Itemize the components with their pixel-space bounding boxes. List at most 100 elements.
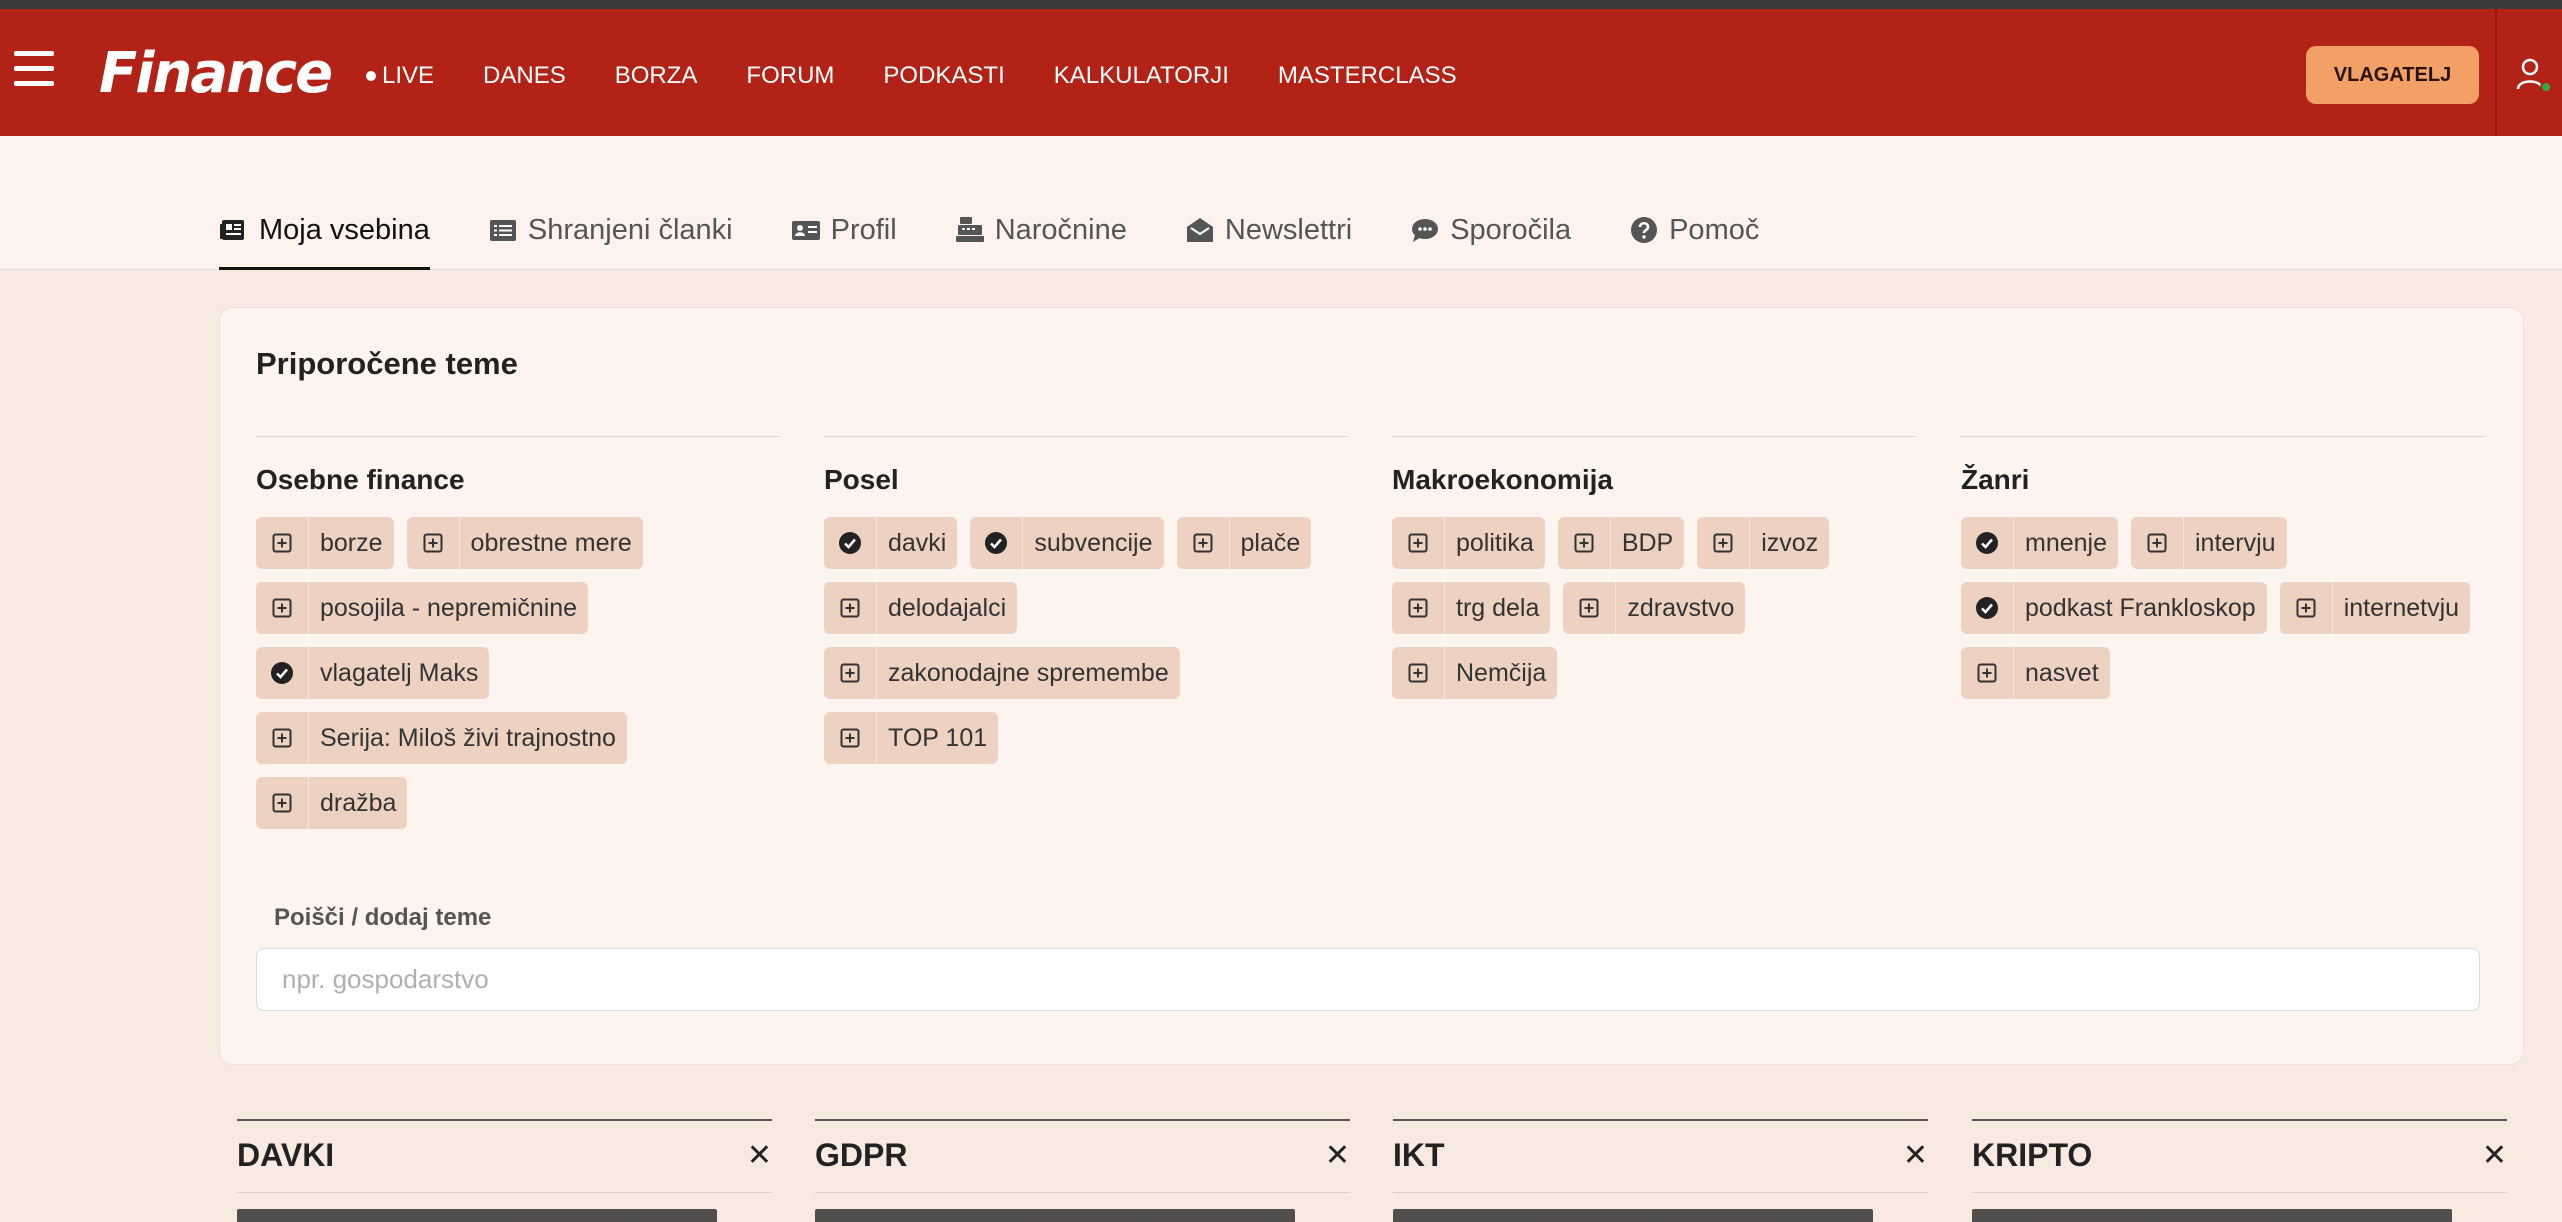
topic-chip[interactable]: obrestne mere xyxy=(406,517,643,569)
topic-chip-selected[interactable]: subvencije xyxy=(970,517,1164,569)
close-icon[interactable]: ✕ xyxy=(2482,1140,2507,1171)
tab-cash-register[interactable]: Naročnine xyxy=(955,214,1127,270)
nav-label: MASTERCLASS xyxy=(1277,62,1457,89)
column-divider xyxy=(256,436,780,437)
chip-label: izvoz xyxy=(1761,528,1819,557)
tab-list[interactable]: Shranjeni članki xyxy=(488,214,733,270)
topic-chip[interactable]: trg dela xyxy=(1392,582,1551,634)
plus-square-icon xyxy=(1697,517,1751,569)
search-topics-label: Poišči / dodaj teme xyxy=(274,904,492,931)
list-icon xyxy=(488,215,518,245)
topic-chip[interactable]: borze xyxy=(256,517,394,569)
header-divider xyxy=(2495,9,2497,136)
finance-logo[interactable]: Finance xyxy=(99,39,333,109)
check-circle-icon xyxy=(1961,582,2014,634)
plus-square-icon xyxy=(1392,647,1445,699)
chip-label: TOP 101 xyxy=(888,723,988,752)
topic-chip[interactable]: posojila - nepremičnine xyxy=(256,582,589,634)
column-divider xyxy=(824,436,1348,437)
nav-kalkulatorji[interactable]: KALKULATORJI xyxy=(1054,64,1229,88)
topic-chip[interactable]: delodajalci xyxy=(824,582,1018,634)
question-circle-icon xyxy=(1629,215,1659,245)
topic-chip[interactable]: politika xyxy=(1392,517,1545,569)
plus-square-icon xyxy=(2131,517,2184,569)
tab-question-circle[interactable]: Pomoč xyxy=(1629,214,1759,270)
article-headline-placeholder[interactable] xyxy=(1393,1209,1873,1222)
tab-label: Profil xyxy=(830,214,897,246)
topic-header: DAVKI ✕ xyxy=(237,1137,772,1174)
tab-envelope-open[interactable]: Newslettri xyxy=(1185,214,1352,270)
tab-id-card[interactable]: Profil xyxy=(791,214,897,270)
topic-chip[interactable]: zakonodajne spremembe xyxy=(824,647,1180,699)
topic-chip[interactable]: intervju xyxy=(2131,517,2287,569)
plus-square-icon xyxy=(1392,582,1445,634)
topic-chip-selected[interactable]: davki xyxy=(824,517,958,569)
topic-chips: davki subvencije plače delodajalci zakonodaj… xyxy=(824,517,1348,764)
topic-name: DAVKI xyxy=(237,1137,335,1173)
nav-podkasti[interactable]: PODKASTI xyxy=(883,64,1004,88)
chip-label: plače xyxy=(1240,528,1301,557)
chip-label: davki xyxy=(888,528,947,557)
newspaper-icon xyxy=(219,215,249,245)
topic-chip[interactable]: Serija: Miloš živi trajnostno xyxy=(256,712,627,764)
topic-chip[interactable]: izvoz xyxy=(1697,517,1830,569)
chip-label: politika xyxy=(1456,528,1534,557)
chip-label: delodajalci xyxy=(888,593,1007,622)
chip-label: trg dela xyxy=(1456,593,1540,622)
chip-label: borze xyxy=(320,528,383,557)
article-headline-placeholder[interactable] xyxy=(815,1209,1295,1222)
topic-chip[interactable]: zdravstvo xyxy=(1563,582,1746,634)
topic-chip-selected[interactable]: mnenje xyxy=(1961,517,2118,569)
account-tabs-bar: Moja vsebina Shranjeni članki Profil Naročn… xyxy=(0,136,2562,270)
tab-label: Moja vsebina xyxy=(259,214,430,246)
topic-chip[interactable]: internetvju xyxy=(2279,582,2471,634)
tab-comments[interactable]: Sporočila xyxy=(1410,214,1571,270)
nav-live[interactable]: LIVE xyxy=(366,64,434,88)
article-headline-placeholder[interactable] xyxy=(237,1209,717,1222)
chip-label: Nemčija xyxy=(1456,658,1547,687)
column-title: Žanri xyxy=(1961,464,2030,495)
tab-label: Pomoč xyxy=(1669,214,1760,246)
close-icon[interactable]: ✕ xyxy=(1325,1140,1350,1171)
topic-chip[interactable]: dražba xyxy=(256,777,408,829)
topic-chip[interactable]: BDP xyxy=(1557,517,1685,569)
nav-danes[interactable]: DANES xyxy=(483,64,566,88)
article-headline-placeholder[interactable] xyxy=(1972,1209,2452,1222)
main-nav: LIVE DANES BORZA FORUM PODKASTI KALKULATORJI M… xyxy=(366,64,1506,88)
topic-column: Posel davki subvencije plače delodajalci zako… xyxy=(824,436,1348,764)
nav-label: BORZA xyxy=(614,62,698,89)
nav-forum[interactable]: FORUM xyxy=(746,64,834,88)
tab-newspaper[interactable]: Moja vsebina xyxy=(219,214,430,270)
topic-header: GDPR ✕ xyxy=(815,1137,1350,1174)
topic-chips: borze obrestne mere posojila - nepremičnin… xyxy=(256,517,780,829)
chip-label: subvencije xyxy=(1034,528,1153,557)
vlagatelj-button[interactable]: VLAGATELJ xyxy=(2306,46,2479,104)
topic-chip[interactable]: plače xyxy=(1176,517,1312,569)
close-icon[interactable]: ✕ xyxy=(1903,1140,1928,1171)
topic-chip-selected[interactable]: vlagatelj Maks xyxy=(256,647,490,699)
topic-chips: mnenje intervju podkast Frankloskop interne… xyxy=(1961,517,2485,699)
topic-chip[interactable]: Nemčija xyxy=(1392,647,1558,699)
close-icon[interactable]: ✕ xyxy=(747,1140,772,1171)
topic-chip[interactable]: TOP 101 xyxy=(824,712,999,764)
topic-column: Žanri mnenje intervju podkast Frankloskop in… xyxy=(1961,436,2485,699)
tab-label: Sporočila xyxy=(1450,214,1572,246)
topic-chip-selected[interactable]: podkast Frankloskop xyxy=(1961,582,2267,634)
topic-column: Makroekonomija politika BDP izvoz trg dela zd… xyxy=(1392,436,1916,699)
plus-square-icon xyxy=(824,582,877,634)
nav-masterclass[interactable]: MASTERCLASS xyxy=(1278,64,1457,88)
topic-name: GDPR xyxy=(815,1137,908,1173)
chip-label: Serija: Miloš živi trajnostno xyxy=(320,723,616,752)
nav-label: FORUM xyxy=(746,62,835,89)
site-header: Finance LIVE DANES BORZA FORUM PODKASTI KALKU… xyxy=(0,9,2562,136)
chip-label: BDP xyxy=(1621,528,1674,557)
recommended-topics-card: Priporočene teme Osebne finance borze obre… xyxy=(219,307,2524,1065)
topic-chip[interactable]: nasvet xyxy=(1961,647,2110,699)
menu-icon[interactable] xyxy=(14,51,54,89)
plus-square-icon xyxy=(407,517,460,569)
search-topics-input[interactable] xyxy=(256,948,2480,1011)
topic-top-rule xyxy=(815,1119,1350,1121)
topic-chips: politika BDP izvoz trg dela zdravstvo Nemčija xyxy=(1392,517,1916,699)
nav-borza[interactable]: BORZA xyxy=(615,64,698,88)
followed-topic-panel: IKT ✕ xyxy=(1393,1119,1928,1222)
